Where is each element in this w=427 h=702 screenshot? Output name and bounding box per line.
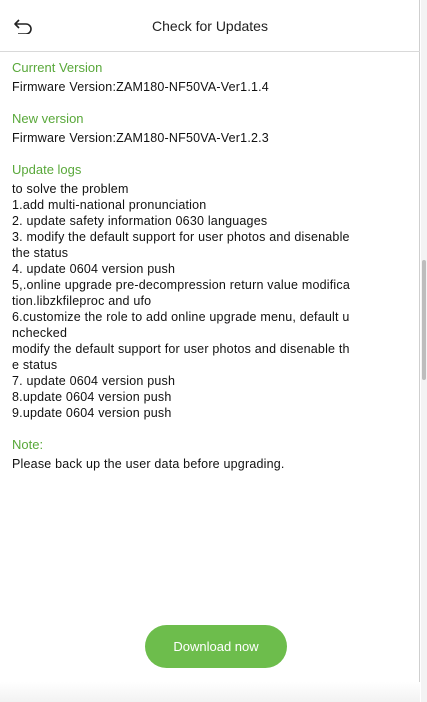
log-line: 6.customize the role to add online upgra… xyxy=(12,310,350,324)
log-line: the status xyxy=(12,246,69,260)
new-version-value: Firmware Version:ZAM180-NF50VA-Ver1.2.3 xyxy=(12,131,269,145)
log-line: 8.update 0604 version push xyxy=(12,390,172,404)
note-section: Note: Please back up the user data befor… xyxy=(12,437,412,472)
back-button[interactable] xyxy=(12,16,34,36)
log-line: 7. update 0604 version push xyxy=(12,374,176,388)
bottom-edge xyxy=(0,682,420,702)
page-title: Check for Updates xyxy=(152,17,268,34)
note-heading: Note: xyxy=(12,437,44,452)
header-bar: Check for Updates xyxy=(0,0,420,52)
current-version-heading: Current Version xyxy=(12,60,103,75)
log-line: 3. modify the default support for user p… xyxy=(12,230,350,244)
log-line: e status xyxy=(12,358,58,372)
update-content: Current Version Firmware Version:ZAM180-… xyxy=(12,60,412,488)
update-screen: Check for Updates Current Version Firmwa… xyxy=(0,0,420,702)
log-line: 5,.online upgrade pre-decompression retu… xyxy=(12,278,350,292)
log-line: 4. update 0604 version push xyxy=(12,262,176,276)
log-line: 2. update safety information 0630 langua… xyxy=(12,214,268,228)
log-line: 1.add multi-national pronunciation xyxy=(12,198,207,212)
log-line: modify the default support for user phot… xyxy=(12,342,350,356)
update-logs-heading: Update logs xyxy=(12,162,82,177)
log-line: nchecked xyxy=(12,326,68,340)
log-line: tion.libzkfileproc and ufo xyxy=(12,294,152,308)
update-logs-section: Update logs to solve the problem 1.add m… xyxy=(12,162,412,421)
scrollbar[interactable] xyxy=(421,0,427,702)
new-version-heading: New version xyxy=(12,111,84,126)
note-text: Please back up the user data before upgr… xyxy=(12,457,285,471)
current-version-value: Firmware Version:ZAM180-NF50VA-Ver1.1.4 xyxy=(12,80,269,94)
log-line: to solve the problem xyxy=(12,182,129,196)
new-version-section: New version Firmware Version:ZAM180-NF50… xyxy=(12,111,412,146)
download-now-button[interactable]: Download now xyxy=(145,625,287,668)
back-arrow-icon xyxy=(14,19,32,34)
current-version-section: Current Version Firmware Version:ZAM180-… xyxy=(12,60,412,95)
scrollbar-thumb[interactable] xyxy=(422,260,426,380)
log-line: 9.update 0604 version push xyxy=(12,406,172,420)
